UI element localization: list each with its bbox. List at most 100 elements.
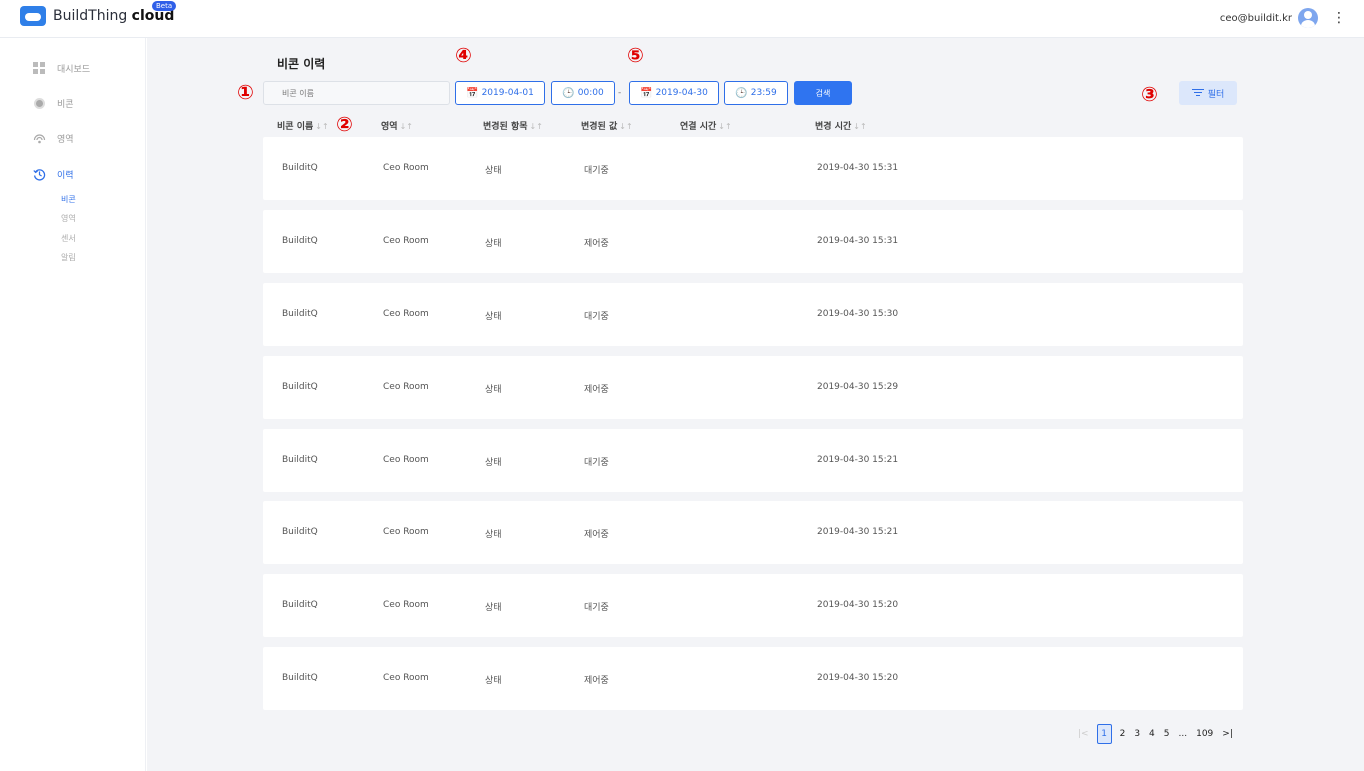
cell-beacon-name: BuilditQ: [282, 527, 318, 537]
cell-changed-time: 2019-04-30 15:29: [817, 382, 899, 392]
column-header-connected-time[interactable]: 연결 시간 ↓↑: [680, 119, 732, 132]
cell-changed-time: 2019-04-30 15:31: [817, 236, 899, 246]
user-email: ceo@buildit.kr: [1219, 12, 1292, 24]
sidebar-subitem-alert[interactable]: 알림: [61, 252, 76, 263]
beacon-icon: [34, 98, 45, 109]
pagination: |< 1 2 3 4 5 ... 109 >|: [1078, 724, 1242, 744]
calendar-icon: 📅: [466, 87, 479, 99]
table-row[interactable]: BuilditQ Ceo Room 상태 대기중 2019-04-30 15:2…: [263, 574, 1243, 637]
page-button-3[interactable]: 3: [1134, 729, 1140, 739]
last-page-button[interactable]: >|: [1222, 729, 1233, 739]
sidebar: [0, 38, 146, 771]
page-title: 비콘 이력: [277, 57, 326, 71]
cell-changed-time: 2019-04-30 15:20: [817, 600, 899, 610]
sidebar-subitem-sensor[interactable]: 센서: [61, 233, 76, 244]
table-row[interactable]: BuilditQ Ceo Room 상태 제어중 2019-04-30 15:2…: [263, 501, 1243, 564]
beta-badge: Beta: [152, 1, 177, 11]
table-row[interactable]: BuilditQ Ceo Room 상태 제어중 2019-04-30 15:2…: [263, 356, 1243, 419]
sidebar-item-area[interactable]: 영역: [33, 132, 74, 145]
start-time-picker[interactable]: 🕒 00:00: [551, 81, 615, 105]
cell-changed-item: 상태: [485, 239, 502, 249]
cell-area: Ceo Room: [383, 527, 429, 537]
sidebar-item-label: 이력: [57, 171, 74, 181]
cell-changed-value: 대기중: [584, 312, 609, 322]
history-icon: [33, 169, 46, 181]
table-row[interactable]: BuilditQ Ceo Room 상태 대기중 2019-04-30 15:2…: [263, 429, 1243, 492]
sidebar-subitem-beacon[interactable]: 비콘: [61, 194, 76, 205]
page-button-5[interactable]: 5: [1164, 729, 1170, 739]
cell-changed-time: 2019-04-30 15:30: [817, 309, 899, 319]
column-header-area[interactable]: 영역 ↓↑: [381, 119, 413, 132]
annotation-2: ②: [336, 112, 353, 136]
user-menu[interactable]: ceo@buildit.kr ⋮: [1219, 8, 1346, 28]
cell-beacon-name: BuilditQ: [282, 309, 318, 319]
avatar[interactable]: [1298, 8, 1318, 28]
cell-area: Ceo Room: [383, 309, 429, 319]
page-button-1[interactable]: 1: [1096, 724, 1112, 744]
clock-icon: 🕒: [735, 87, 748, 99]
filter-icon: [1191, 89, 1204, 97]
cell-area: Ceo Room: [383, 455, 429, 465]
cell-beacon-name: BuilditQ: [282, 673, 318, 683]
table-row[interactable]: BuilditQ Ceo Room 상태 대기중 2019-04-30 15:3…: [263, 137, 1243, 200]
cell-area: Ceo Room: [383, 600, 429, 610]
cell-changed-time: 2019-04-30 15:21: [817, 455, 899, 465]
cell-changed-item: 상태: [485, 458, 502, 468]
filter-button[interactable]: 필터: [1179, 81, 1237, 105]
column-header-beacon-name[interactable]: 비콘 이름 ↓↑: [277, 119, 329, 132]
cell-changed-time: 2019-04-30 15:20: [817, 673, 899, 683]
more-options-icon[interactable]: ⋮: [1332, 11, 1346, 25]
page-ellipsis: ...: [1178, 729, 1188, 739]
cell-changed-item: 상태: [485, 676, 502, 686]
app-logo[interactable]: BuildThing cloud: [20, 6, 174, 26]
calendar-icon: 📅: [640, 87, 653, 99]
cell-area: Ceo Room: [383, 382, 429, 392]
page-button-109[interactable]: 109: [1196, 729, 1213, 739]
cell-beacon-name: BuilditQ: [282, 163, 318, 173]
end-time-picker[interactable]: 🕒 23:59: [724, 81, 788, 105]
page-button-2[interactable]: 2: [1120, 729, 1126, 739]
cell-changed-value: 제어중: [584, 239, 609, 249]
annotation-4: ④: [455, 43, 472, 67]
cell-changed-value: 제어중: [584, 385, 609, 395]
cell-changed-item: 상태: [485, 530, 502, 540]
table-row[interactable]: BuilditQ Ceo Room 상태 제어중 2019-04-30 15:2…: [263, 647, 1243, 710]
search-button[interactable]: 검색: [794, 81, 852, 105]
end-date-picker[interactable]: 📅 2019-04-30: [629, 81, 719, 105]
table-row[interactable]: BuilditQ Ceo Room 상태 대기중 2019-04-30 15:3…: [263, 283, 1243, 346]
page-button-4[interactable]: 4: [1149, 729, 1155, 739]
cell-beacon-name: BuilditQ: [282, 236, 318, 246]
sidebar-item-history[interactable]: 이력: [33, 168, 74, 181]
sidebar-item-dashboard[interactable]: 대시보드: [33, 62, 90, 75]
date-range-separator: -: [618, 88, 622, 98]
cell-changed-item: 상태: [485, 603, 502, 613]
table-row[interactable]: BuilditQ Ceo Room 상태 제어중 2019-04-30 15:3…: [263, 210, 1243, 273]
cell-changed-item: 상태: [485, 385, 502, 395]
cell-changed-value: 제어중: [584, 530, 609, 540]
cell-area: Ceo Room: [383, 673, 429, 683]
sort-icon: ↓↑: [529, 122, 543, 131]
cell-changed-time: 2019-04-30 15:21: [817, 527, 899, 537]
sidebar-subitem-area[interactable]: 영역: [61, 213, 76, 224]
first-page-button[interactable]: |<: [1078, 729, 1089, 739]
sort-icon: ↓↑: [619, 122, 633, 131]
annotation-3: ③: [1141, 82, 1158, 106]
start-date-picker[interactable]: 📅 2019-04-01: [455, 81, 545, 105]
area-icon: [33, 134, 46, 144]
column-header-changed-item[interactable]: 변경된 항목 ↓↑: [483, 119, 543, 132]
sidebar-item-label: 대시보드: [57, 65, 91, 75]
column-header-changed-value[interactable]: 변경된 값 ↓↑: [581, 119, 633, 132]
cell-beacon-name: BuilditQ: [282, 382, 318, 392]
column-header-changed-time[interactable]: 변경 시간 ↓↑: [815, 119, 867, 132]
cloud-logo-icon: [20, 6, 46, 26]
sidebar-item-beacon[interactable]: 비콘: [33, 97, 74, 110]
sort-icon: ↓↑: [718, 122, 732, 131]
cell-changed-value: 제어중: [584, 676, 609, 686]
annotation-1: ①: [237, 80, 254, 104]
beacon-name-search-input[interactable]: [263, 81, 450, 105]
cell-area: Ceo Room: [383, 236, 429, 246]
annotation-5: ⑤: [627, 43, 644, 67]
sidebar-item-label: 영역: [57, 135, 74, 145]
top-bar: BuildThing cloud Beta ceo@buildit.kr ⋮: [0, 0, 1364, 38]
cell-beacon-name: BuilditQ: [282, 600, 318, 610]
